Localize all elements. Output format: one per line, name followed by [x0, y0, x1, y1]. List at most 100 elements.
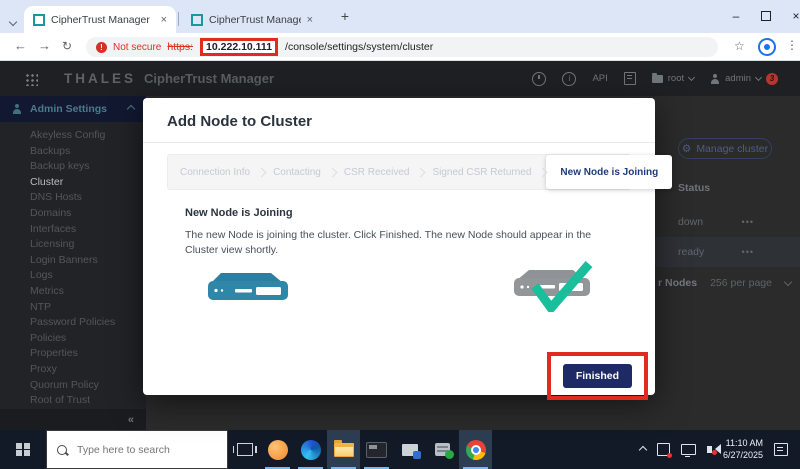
sidebar-item-backup-keys[interactable]: Backup keys [0, 159, 146, 175]
taskbar-app-remote-desktop[interactable] [393, 430, 426, 469]
new-tab-button[interactable]: + [334, 5, 356, 27]
network-icon[interactable] [681, 444, 696, 455]
sidebar-item-properties[interactable]: Properties [0, 346, 146, 362]
app-header: THALES CipherTrust Manager i API root ad… [0, 61, 800, 96]
product-title: CipherTrust Manager [144, 71, 274, 86]
search-input[interactable] [75, 443, 209, 457]
sidebar-item-ntp[interactable]: NTP [0, 300, 146, 316]
step-heading: New Node is Joining [185, 207, 655, 219]
admin-settings-icon [12, 104, 22, 114]
volume-muted-icon[interactable] [707, 446, 712, 453]
taskbar-app-terminal[interactable] [360, 430, 393, 469]
profile-avatar[interactable] [758, 38, 776, 56]
sidebar-item-quorum-policy[interactable]: Quorum Policy [0, 378, 146, 394]
browser-menu-icon[interactable]: ⋮ [786, 38, 798, 52]
reload-icon[interactable]: ↻ [62, 39, 72, 53]
folder-icon [652, 75, 663, 83]
joined-node-appliance-check-icon [511, 260, 603, 317]
taskbar-app-edge[interactable] [294, 430, 327, 469]
windows-logo-icon [16, 443, 30, 457]
per-page-select[interactable]: 256 per page [710, 277, 772, 289]
ciphertrust-favicon [191, 14, 203, 26]
thales-logo: THALES [64, 71, 136, 86]
sidebar-item-backups[interactable]: Backups [0, 144, 146, 160]
sidebar-item-interfaces[interactable]: Interfaces [0, 222, 146, 238]
taskbar-app-people[interactable] [261, 430, 294, 469]
taskbar-app-server-manager[interactable] [426, 430, 459, 469]
info-icon[interactable]: i [562, 72, 576, 86]
sidebar: Admin Settings Akeyless ConfigBackupsBac… [0, 96, 146, 430]
window-close-button[interactable]: × [782, 0, 800, 32]
api-link[interactable]: API [592, 73, 607, 84]
modal-title: Add Node to Cluster [143, 98, 655, 143]
url-field[interactable]: ! Not secure https: 10.222.10.111 /conso… [86, 37, 718, 57]
maximize-icon [761, 11, 771, 21]
bookmark-star-icon[interactable]: ☆ [734, 39, 745, 53]
app-background: THALES CipherTrust Manager i API root ad… [0, 61, 800, 430]
status-value: ready [678, 246, 704, 258]
taskbar-app-chrome[interactable] [459, 430, 492, 469]
app-grid-icon[interactable] [24, 72, 38, 86]
tab-close-icon[interactable]: × [307, 14, 313, 26]
task-view-button[interactable] [228, 430, 261, 469]
browser-tab[interactable]: CipherTrust Manager× [182, 6, 322, 33]
chrome-icon [466, 440, 486, 460]
chevron-down-icon [784, 278, 792, 286]
table-footer: r Nodes 256 per page [658, 277, 791, 289]
sidebar-header-admin-settings[interactable]: Admin Settings [0, 96, 146, 122]
finished-annotation-box: Finished [547, 352, 648, 400]
finished-button[interactable]: Finished [563, 364, 632, 388]
tab-close-icon[interactable]: × [161, 14, 167, 26]
sidebar-item-domains[interactable]: Domains [0, 206, 146, 222]
sidebar-item-proxy[interactable]: Proxy [0, 362, 146, 378]
notification-badge: 3 [766, 73, 778, 85]
wizard-step: Connection Info [172, 167, 258, 178]
search-icon [57, 445, 67, 455]
sidebar-item-cluster[interactable]: Cluster [0, 175, 146, 191]
sidebar-item-root-of-trust[interactable]: Root of Trust [0, 393, 146, 408]
start-button[interactable] [0, 430, 46, 469]
url-host-annotation: 10.222.10.111 [200, 38, 278, 56]
user-icon [710, 74, 720, 84]
docs-book-icon[interactable] [624, 72, 636, 85]
sidebar-item-login-banners[interactable]: Login Banners [0, 253, 146, 269]
domain-selector[interactable]: root [652, 73, 694, 84]
sidebar-item-metrics[interactable]: Metrics [0, 284, 146, 300]
forward-icon[interactable]: → [38, 38, 51, 53]
clock-date: 6/27/2025 [723, 450, 763, 462]
source-node-appliance-icon [205, 268, 291, 313]
user-menu[interactable]: admin 3 [710, 73, 778, 85]
taskbar-app-explorer[interactable] [327, 430, 360, 469]
browser-address-bar: ← → ↻ ! Not secure https: 10.222.10.111 … [0, 33, 800, 61]
window-minimize-button[interactable]: – [722, 0, 750, 32]
chevron-up-icon [127, 105, 135, 113]
window-maximize-button[interactable] [752, 0, 780, 32]
domain-label: root [668, 73, 684, 84]
row-menu-icon[interactable]: ••• [742, 217, 754, 227]
action-center-icon[interactable] [774, 443, 788, 456]
wizard-step: New Node is Joining [546, 155, 672, 189]
sidebar-collapse-button[interactable]: « [0, 409, 146, 430]
manage-cluster-button[interactable]: ⚙ Manage cluster [678, 138, 772, 159]
sidebar-item-licensing[interactable]: Licensing [0, 237, 146, 253]
sidebar-item-policies[interactable]: Policies [0, 331, 146, 347]
sidebar-item-akeyless-config[interactable]: Akeyless Config [0, 128, 146, 144]
tab-search-icon[interactable] [10, 12, 16, 30]
history-clock-icon[interactable] [532, 72, 546, 86]
browser-tab[interactable]: CipherTrust Manager× [24, 6, 176, 33]
back-icon[interactable]: ← [14, 38, 27, 53]
row-menu-icon[interactable]: ••• [742, 247, 754, 257]
edge-icon [301, 440, 321, 460]
taskbar-search[interactable] [46, 430, 228, 469]
orange-app-icon [268, 440, 288, 460]
manage-cluster-label: Manage cluster [696, 143, 768, 155]
sidebar-item-password-policies[interactable]: Password Policies [0, 315, 146, 331]
taskbar-clock[interactable]: 11:10 AM 6/27/2025 [723, 438, 763, 461]
sidebar-item-logs[interactable]: Logs [0, 268, 146, 284]
not-secure-label[interactable]: Not secure [113, 42, 161, 53]
sidebar-item-dns-hosts[interactable]: DNS Hosts [0, 190, 146, 206]
tray-expand-icon[interactable] [639, 445, 647, 453]
tray-app-icon[interactable] [657, 443, 670, 456]
sidebar-items: Akeyless ConfigBackupsBackup keysCluster… [0, 122, 146, 408]
wizard-step: Signed CSR Returned [424, 167, 539, 178]
